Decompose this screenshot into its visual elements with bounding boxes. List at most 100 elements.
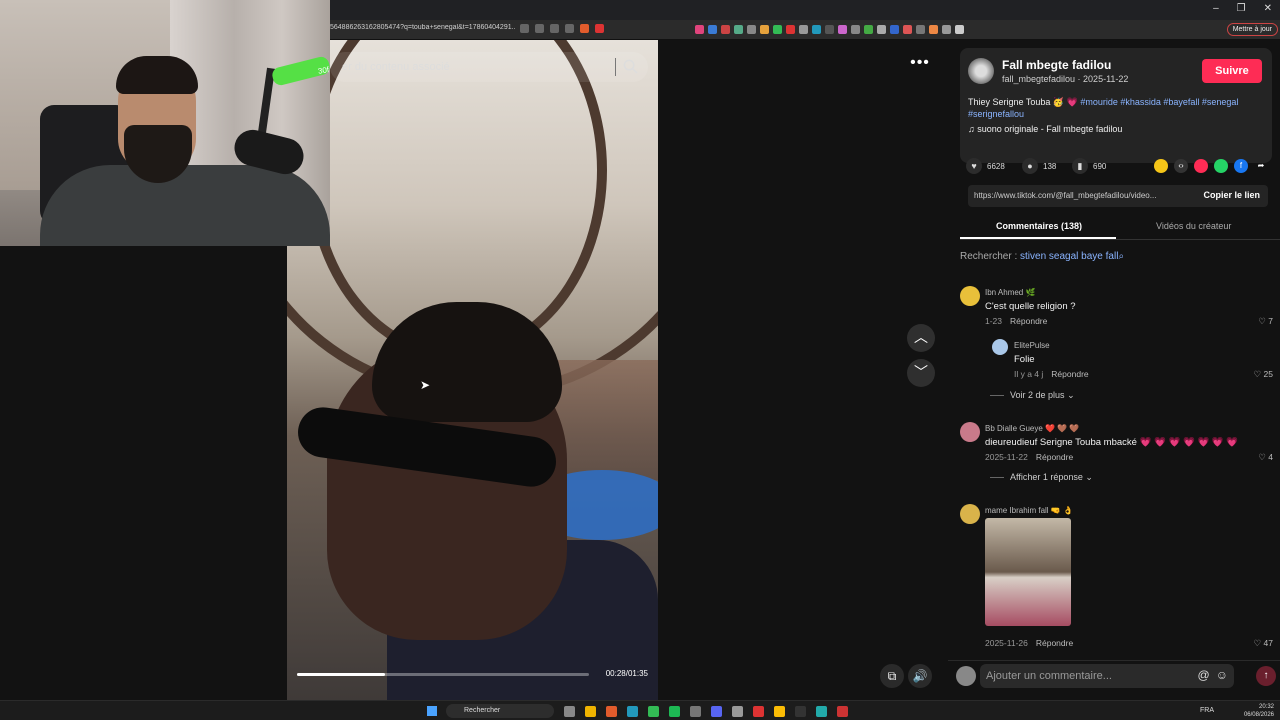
taskbar-app-icon[interactable] (606, 706, 617, 717)
taskbar-app-icon[interactable] (816, 706, 827, 717)
follow-button[interactable]: Suivre (1202, 59, 1262, 83)
windows-start-icon[interactable] (427, 706, 437, 716)
repost-icon[interactable] (1194, 159, 1208, 173)
search-suggestion[interactable]: Rechercher : stiven seagal baye fall⌕ (960, 251, 1124, 262)
comment-avatar[interactable] (960, 504, 980, 524)
comment-stat[interactable]: ● 138 (1022, 158, 1056, 174)
extension-icon[interactable] (825, 25, 834, 34)
brave-icon[interactable] (580, 24, 589, 33)
reply-button[interactable]: Répondre (1036, 638, 1073, 648)
extension-icon[interactable] (708, 25, 717, 34)
extension-icon[interactable] (799, 25, 808, 34)
comment-username[interactable]: Ibn Ahmed 🌿 (985, 288, 1035, 297)
next-video-icon[interactable]: ﹀ (907, 359, 935, 387)
share-icon[interactable] (565, 24, 574, 33)
sound-label[interactable]: ♫ suono originale - Fall mbegte fadilou (968, 124, 1122, 134)
volume-icon[interactable]: 🔊 (908, 664, 932, 688)
extension-icon[interactable] (903, 25, 912, 34)
author-avatar[interactable] (968, 58, 994, 84)
author-name[interactable]: Fall mbegte fadilou (1002, 58, 1111, 72)
comment-image-collage[interactable] (985, 518, 1071, 626)
comment-username[interactable]: mame Ibrahim fall 🤜 👌 (985, 506, 1073, 515)
like-stat[interactable]: ♥ 6628 (966, 158, 1005, 174)
emoji-icon[interactable]: ☺ (1216, 668, 1228, 682)
comment-avatar[interactable] (960, 286, 980, 306)
search-suggestion-query[interactable]: stiven seagal baye fall (1020, 251, 1118, 262)
share-link[interactable]: https://www.tiktok.com/@fall_mbegtefadil… (974, 191, 1186, 200)
taskbar-app-icon[interactable] (711, 706, 722, 717)
language-indicator[interactable]: FRA (1200, 707, 1214, 714)
taskbar-app-icon[interactable] (732, 706, 743, 717)
zoom-icon[interactable] (550, 24, 559, 33)
extension-icon[interactable] (747, 25, 756, 34)
search-icon[interactable] (623, 59, 638, 74)
extension-icon[interactable] (695, 25, 704, 34)
show-replies[interactable]: Afficher 1 réponse ⌄ (990, 472, 1093, 483)
comment-username[interactable]: ElitePulse (1014, 341, 1050, 350)
reply-button[interactable]: Répondre (1051, 369, 1088, 379)
coin-icon[interactable] (1154, 159, 1168, 173)
video-progress-bar[interactable] (297, 673, 589, 676)
taskbar-app-icon[interactable] (795, 706, 806, 717)
taskbar-search[interactable]: Rechercher (446, 704, 554, 718)
send-comment-icon[interactable]: ↑ (1256, 666, 1276, 686)
external-icon[interactable] (535, 24, 544, 33)
extension-icon[interactable] (877, 25, 886, 34)
comment-input[interactable]: Ajouter un commentaire... @ ☺ (980, 664, 1234, 688)
extension-icon[interactable] (929, 25, 938, 34)
embed-icon[interactable]: ‹› (1174, 159, 1188, 173)
related-search-bar[interactable]: er du contenu associé (330, 52, 648, 82)
extension-icon[interactable] (851, 25, 860, 34)
extension-icon[interactable] (864, 25, 873, 34)
extension-icon[interactable] (734, 25, 743, 34)
url-text[interactable]: 564886263162805474?q=touba+senegal&t=178… (330, 24, 515, 31)
mention-icon[interactable]: @ (1198, 668, 1210, 682)
comment-like[interactable]: ♡ 47 (1254, 638, 1273, 649)
view-more-replies[interactable]: Voir 2 de plus ⌄ (990, 390, 1075, 401)
taskbar-app-icon[interactable] (564, 706, 575, 717)
reply-button[interactable]: Répondre (1036, 452, 1073, 462)
taskbar-app-icon[interactable] (837, 706, 848, 717)
taskbar-app-icon[interactable] (753, 706, 764, 717)
taskbar-app-icon[interactable] (648, 706, 659, 717)
extension-icon[interactable] (955, 25, 964, 34)
update-button[interactable]: Mettre à jour (1226, 23, 1278, 36)
miniplayer-icon[interactable]: ⧉ (880, 664, 904, 688)
system-clock[interactable]: 20:32 06/08/2026 (1244, 703, 1274, 719)
taskbar-app-icon[interactable] (627, 706, 638, 717)
reply-button[interactable]: Répondre (1010, 316, 1047, 326)
alert-icon[interactable] (595, 24, 604, 33)
share-arrow-icon[interactable]: ➦ (1254, 159, 1268, 173)
extension-icon[interactable] (812, 25, 821, 34)
facebook-icon[interactable]: f (1234, 159, 1248, 173)
extension-icon[interactable] (786, 25, 795, 34)
extension-icon[interactable] (916, 25, 925, 34)
save-stat[interactable]: ▮ 690 (1072, 158, 1106, 174)
previous-video-icon[interactable]: ︿ (907, 324, 935, 352)
more-options-icon[interactable]: ••• (906, 54, 934, 78)
taskbar-app-icon[interactable] (585, 706, 596, 717)
minimize-icon[interactable]: – (1213, 3, 1219, 14)
comment-like[interactable]: ♡ 4 (1258, 452, 1273, 463)
extension-icon[interactable] (942, 25, 951, 34)
extension-icon[interactable] (838, 25, 847, 34)
extension-icon[interactable] (890, 25, 899, 34)
taskbar-app-icon[interactable] (669, 706, 680, 717)
comment-avatar[interactable] (992, 339, 1008, 355)
video-player[interactable]: 00:28/01:35 (287, 40, 658, 700)
translate-icon[interactable] (520, 24, 529, 33)
copy-link-button[interactable]: Copier le lien (1203, 190, 1260, 200)
comment-avatar[interactable] (960, 422, 980, 442)
taskbar-app-icon[interactable] (690, 706, 701, 717)
comment-like[interactable]: ♡ 25 (1254, 369, 1273, 380)
whatsapp-icon[interactable] (1214, 159, 1228, 173)
taskbar-app-icon[interactable] (774, 706, 785, 717)
comment-username[interactable]: Bb Dialle Gueye ❤️ 🤎 🤎 (985, 424, 1079, 433)
extension-icon[interactable] (760, 25, 769, 34)
restore-icon[interactable]: ❐ (1237, 3, 1246, 14)
extension-icon[interactable] (721, 25, 730, 34)
tab-comments[interactable]: Commentaires (138) (996, 221, 1082, 231)
extension-icon[interactable] (773, 25, 782, 34)
close-icon[interactable]: ✕ (1264, 3, 1272, 14)
tab-creator-videos[interactable]: Vidéos du créateur (1156, 221, 1231, 231)
